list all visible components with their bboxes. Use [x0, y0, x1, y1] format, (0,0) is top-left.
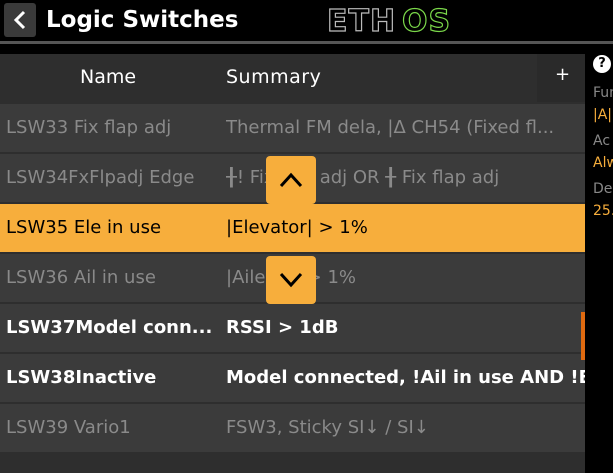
delay-value: 25.: [593, 203, 613, 219]
move-down-button[interactable]: [266, 256, 316, 304]
row-name: LSW37Model conn...: [6, 317, 213, 338]
row-summary: |Elevator| > 1%: [226, 217, 368, 238]
function-label: Fun: [593, 85, 613, 101]
function-value: |A|: [593, 107, 613, 123]
table-row-selected[interactable]: LSW35 Ele in use |Elevator| > 1%: [0, 204, 585, 252]
plus-icon: +: [555, 64, 571, 85]
chevron-left-icon: [13, 10, 26, 30]
header-divider: [0, 41, 613, 44]
chevron-down-icon: [279, 272, 303, 288]
svg-text:OS: OS: [402, 4, 451, 36]
column-name-header: Name: [80, 66, 137, 88]
column-header: Name Summary +: [0, 54, 585, 102]
row-name: LSW33 Fix flap adj: [6, 117, 172, 138]
svg-text:ETH: ETH: [327, 4, 396, 36]
row-summary: Thermal FM dela, |Δ CH54 (Fixed fl...: [226, 117, 555, 138]
table-row[interactable]: LSW39 Vario1 FSW3, Sticky SI↓ / SI↓: [0, 404, 585, 452]
active-label: Ac: [593, 133, 611, 149]
table-row[interactable]: LSW37Model conn... RSSI > 1dB: [0, 304, 585, 352]
row-name: LSW38Inactive: [6, 367, 157, 388]
row-name: LSW34FxFlpadj Edge: [6, 167, 195, 188]
ethos-logo: ETH OS: [327, 4, 451, 36]
row-name: LSW39 Vario1: [6, 417, 131, 438]
active-value: Alw: [593, 155, 613, 171]
delay-label: De: [593, 181, 613, 197]
row-summary: RSSI > 1dB: [226, 317, 339, 338]
back-button[interactable]: [4, 3, 36, 37]
table-row[interactable]: LSW33 Fix flap adj Thermal FM dela, |Δ C…: [0, 104, 585, 152]
add-button[interactable]: +: [537, 54, 585, 102]
chevron-up-icon: [279, 172, 303, 188]
page-title: Logic Switches: [46, 7, 239, 33]
table-row[interactable]: LSW38Inactive Model connected, !Ail in u…: [0, 354, 585, 402]
help-icon[interactable]: ?: [593, 55, 611, 73]
header-bar: Logic Switches ETH OS: [0, 0, 613, 40]
row-name: LSW36 Ail in use: [6, 267, 156, 288]
move-up-button[interactable]: [266, 156, 316, 204]
row-summary: FSW3, Sticky SI↓ / SI↓: [226, 417, 429, 438]
row-summary: Model connected, !Ail in use AND !E...: [226, 367, 585, 388]
row-name: LSW35 Ele in use: [6, 217, 162, 238]
column-summary-header: Summary: [226, 66, 322, 88]
logic-switches-screen: Logic Switches ETH OS Name Summary + LSW…: [0, 0, 613, 473]
